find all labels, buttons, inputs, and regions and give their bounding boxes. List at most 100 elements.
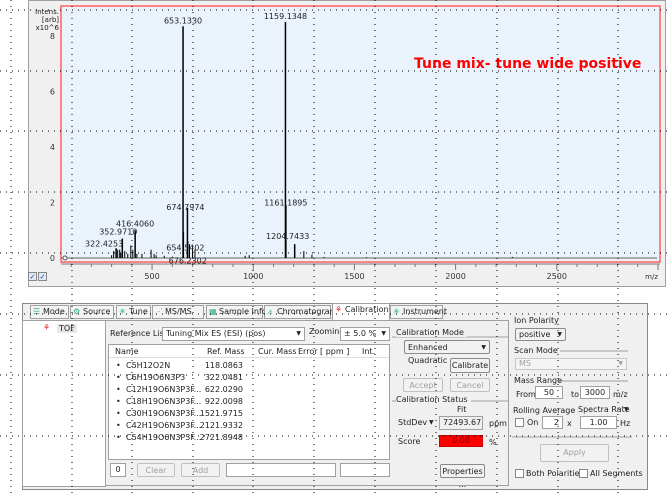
chromatogram-icon: ⩘: [267, 307, 272, 316]
calibration-status-label: Calibration Status: [396, 395, 471, 404]
spectra-rate-input[interactable]: 1.00: [580, 416, 617, 429]
calibrate-button[interactable]: Calibrate: [450, 358, 490, 373]
tree-item-tof[interactable]: TOF: [57, 324, 77, 333]
apply-button[interactable]: Apply: [540, 444, 609, 462]
ion-polarity-label: Ion Polarity: [514, 316, 559, 325]
row-name: C5H12O2N: [126, 361, 171, 370]
tab-ms-ms[interactable]: ⋰ MS/MS: [152, 305, 204, 319]
row-ref-mass: 1521.9715: [199, 409, 243, 418]
tab-label: Mode: [43, 307, 65, 316]
mass-spectrum-chart[interactable]: 0 2 4 6 8 500 1000 1500 2000 2500 m/z 322.4253 352.9…: [0, 0, 668, 290]
to-input[interactable]: 3000: [580, 386, 610, 399]
cancel-button[interactable]: Cancel: [450, 378, 490, 392]
tree-panel: ⚘ TOF: [22, 320, 106, 487]
tab-calibration[interactable]: ⚘ Calibration: [332, 303, 390, 320]
peak-label: 1159.1348: [264, 12, 307, 21]
y-tick-label: 2: [50, 199, 55, 208]
x-axis-unit: m/z: [645, 273, 658, 281]
stddev-dropdown-arrow-icon[interactable]: ▼: [429, 419, 434, 426]
col-ref-mass[interactable]: Ref. Mass: [207, 347, 245, 356]
add-button[interactable]: Add: [181, 463, 220, 477]
fit-label: Fit: [457, 405, 467, 414]
all-segments-label: All Segments: [590, 469, 643, 478]
x-tick-label: 500: [144, 272, 159, 281]
divider: [558, 380, 628, 382]
tab-label: Calibration: [345, 305, 389, 314]
zooming-dropdown[interactable]: ± 5.0 %: [340, 327, 390, 341]
tab-label: Chromatogram: [277, 307, 338, 316]
divider: [560, 350, 628, 352]
row-ref-mass: 922.0098: [204, 397, 243, 406]
stddev-label[interactable]: StdDev: [398, 418, 427, 427]
score-value: 0.00: [439, 435, 483, 447]
row-ref-mass: 322.0481: [204, 373, 243, 382]
tab-label: Tune: [129, 307, 148, 316]
col-int[interactable]: Int.: [362, 347, 375, 356]
y-tick-label: 4: [50, 143, 55, 152]
spectra-rate-dropdown[interactable]: Spectra Rate: [578, 405, 630, 414]
peak-label: 1161.1895: [264, 198, 307, 207]
col-cur-mass[interactable]: Cur. Mass: [258, 347, 296, 356]
score-unit: %: [489, 438, 497, 447]
tab-sample-info[interactable]: ▦ Sample Info: [206, 305, 267, 319]
clear-button[interactable]: Clear: [137, 463, 175, 477]
source-icon: ⚙: [73, 307, 81, 316]
to-label: to: [571, 390, 580, 399]
rolling-average-label: Rolling Average: [513, 406, 576, 415]
spectra-rate-arrow-icon[interactable]: ▼: [624, 406, 629, 413]
from-label: From: [516, 390, 536, 399]
reference-list-dropdown[interactable]: Tuning Mix ES (ESI) (pos): [162, 327, 305, 341]
tab-mode[interactable]: ☰ Mode: [30, 305, 69, 319]
tab-label: Source: [83, 307, 111, 316]
tab-tune[interactable]: ✳ Tune: [116, 305, 151, 319]
scan-mode-label: Scan Mode: [514, 346, 558, 355]
peak-label: 1204.7433: [266, 232, 309, 241]
col-error[interactable]: Error [ ppm ]: [298, 347, 349, 356]
score-label: Score: [398, 437, 421, 446]
calibration-icon: ⚘: [335, 305, 343, 314]
accept-button[interactable]: Accept: [403, 378, 443, 392]
peak-label: 676.2302: [169, 256, 207, 265]
tab-label: Sample Info: [219, 307, 267, 316]
tab-source[interactable]: ⚙ Source: [70, 305, 114, 319]
rolling-on-checkbox[interactable]: [515, 418, 524, 427]
rolling-average-input[interactable]: 2: [542, 416, 563, 429]
bullet-icon: •: [116, 373, 121, 382]
y-tick-label: 6: [50, 88, 55, 97]
bullet-icon: •: [116, 421, 121, 430]
mass-range-label: Mass Range: [514, 376, 563, 385]
from-input[interactable]: 50: [535, 386, 563, 399]
msms-icon: ⋰: [155, 307, 163, 316]
bullet-icon: •: [116, 409, 121, 418]
instrument-icon: ✳: [393, 307, 400, 316]
peak-label: 352.9710: [99, 228, 137, 237]
bullet-icon: •: [116, 385, 121, 394]
tune-icon: ✳: [119, 307, 126, 316]
peak-label: 322.4253: [85, 239, 123, 248]
both-polarities-checkbox[interactable]: [515, 469, 524, 478]
scan-mode-dropdown[interactable]: MS: [515, 358, 627, 370]
col-name[interactable]: Name: [115, 347, 139, 356]
tab-chromatogram[interactable]: ⩘ Chromatogram: [264, 305, 337, 319]
baseline-marker: [62, 255, 68, 261]
calibration-mode-label: Calibration Mode: [396, 328, 467, 337]
all-segments-checkbox[interactable]: [579, 469, 588, 478]
mode-icon: ☰: [33, 307, 41, 316]
ion-polarity-dropdown[interactable]: positive: [515, 328, 566, 341]
mass-input[interactable]: [340, 463, 390, 477]
row-ref-mass: 622.0290: [204, 385, 243, 394]
properties-button[interactable]: Properties ...: [440, 464, 485, 489]
calibration-mode-dropdown[interactable]: Enhanced Quadratic: [404, 340, 490, 365]
peak-label: 654.5402: [166, 244, 204, 253]
peak-label: 653.1330: [164, 16, 202, 25]
peak-label: 674.7974: [166, 203, 204, 212]
tab-instrument[interactable]: ✳ Instrument: [390, 305, 447, 319]
row-ref-mass: 118.0863: [204, 361, 243, 370]
times-label: x: [567, 419, 572, 428]
peak-label: 416.4060: [116, 219, 154, 228]
hz-unit: Hz: [620, 419, 631, 428]
name-input[interactable]: [226, 463, 336, 477]
tab-label: Instrument: [403, 307, 448, 316]
tab-label: MS/MS: [165, 307, 192, 316]
on-label: On: [527, 418, 539, 427]
